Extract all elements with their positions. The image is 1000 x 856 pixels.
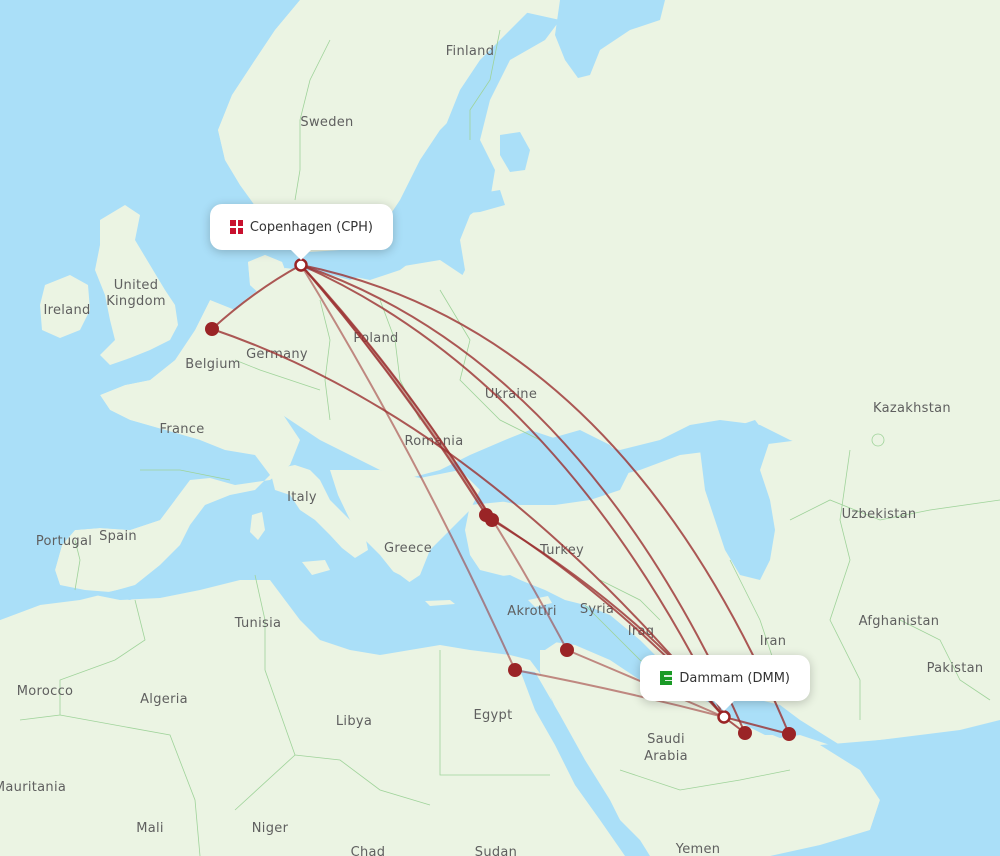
stopover-marker-amsterdam[interactable] (205, 322, 219, 336)
country-label: United (114, 278, 159, 293)
stopover-marker-bahrain[interactable] (738, 726, 752, 740)
country-label: Kingdom (106, 294, 166, 309)
map-canvas[interactable]: Finland Sweden United Kingdom Ireland Be… (0, 0, 1000, 856)
country-label: Pakistan (927, 661, 984, 676)
country-label: Uzbekistan (842, 507, 917, 522)
country-label: Algeria (140, 692, 188, 707)
country-label: Greece (384, 541, 432, 556)
country-label: Iran (760, 634, 787, 649)
country-label: Sudan (475, 845, 517, 856)
country-label: Libya (336, 714, 372, 729)
stopover-marker-amman[interactable] (560, 643, 574, 657)
country-label: Belgium (185, 357, 240, 372)
country-label: Morocco (17, 684, 74, 699)
country-label: Mali (136, 821, 164, 836)
stopover-marker-dubai[interactable] (782, 727, 796, 741)
saudi-arabia-flag-icon (660, 671, 676, 685)
route-map[interactable]: Finland Sweden United Kingdom Ireland Be… (0, 0, 1000, 856)
destination-label: Dammam (DMM) (679, 670, 790, 686)
country-label: Afghanistan (859, 614, 940, 629)
country-label: Spain (99, 529, 137, 544)
stopover-marker-cairo[interactable] (508, 663, 522, 677)
country-label: Niger (252, 821, 289, 836)
country-label: Sweden (300, 115, 353, 130)
country-label: Finland (446, 44, 495, 59)
origin-popup[interactable]: Copenhagen (CPH) (210, 204, 393, 260)
origin-pin-icon[interactable] (294, 258, 308, 273)
country-label: Portugal (36, 534, 92, 549)
country-label: France (159, 422, 204, 437)
destination-popup[interactable]: Dammam (DMM) (640, 655, 810, 711)
country-label: Italy (287, 490, 317, 505)
stopover-marker-istanbul-saw[interactable] (485, 513, 499, 527)
country-label: Arabia (644, 749, 688, 764)
country-label: Tunisia (234, 616, 282, 631)
country-label: Kazakhstan (873, 401, 951, 416)
origin-label: Copenhagen (CPH) (249, 219, 373, 235)
country-label: Yemen (675, 842, 721, 856)
denmark-flag-icon (230, 220, 249, 234)
country-label: Mauritania (0, 780, 66, 795)
country-label: Ireland (43, 303, 90, 318)
country-label: Chad (351, 845, 386, 856)
country-label: Egypt (473, 708, 512, 723)
destination-pin-icon[interactable] (717, 710, 731, 725)
country-label: Saudi (647, 732, 685, 747)
